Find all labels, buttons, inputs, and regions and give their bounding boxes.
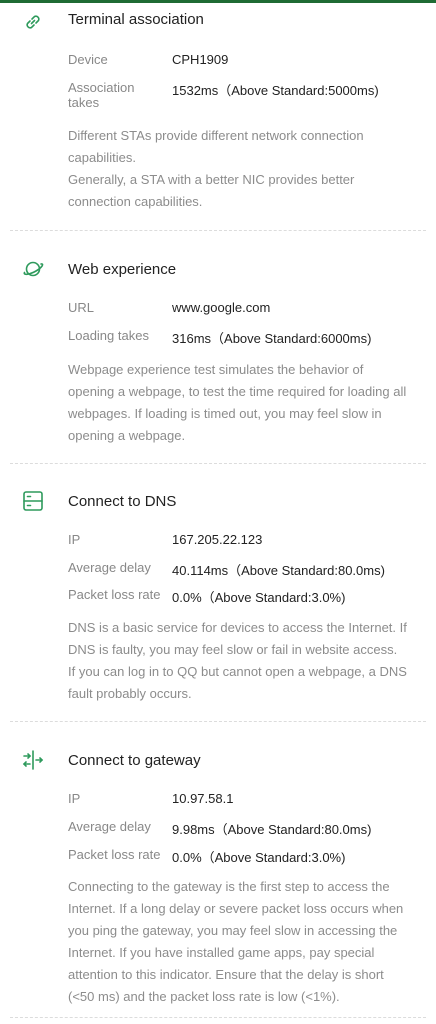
row-value: 0.0%（Above Standard:3.0%) — [172, 850, 346, 865]
row-value: CPH1909 — [172, 52, 229, 67]
section-title: Connect to DNS — [68, 493, 177, 510]
row-label: Device — [68, 52, 108, 67]
row-value: 0.0%（Above Standard:3.0%) — [172, 590, 346, 605]
row-value: 167.205.22.123 — [172, 532, 263, 547]
section-divider — [10, 230, 426, 231]
gateway-icon — [22, 749, 44, 771]
row-label: Association takes — [68, 80, 135, 110]
section-divider — [10, 1017, 426, 1018]
row-value: 316ms（Above Standard:6000ms) — [172, 331, 372, 346]
row-label: URL — [68, 300, 95, 315]
row-label: IP — [68, 791, 81, 806]
row-label: IP — [68, 532, 81, 547]
planet-icon — [22, 258, 44, 280]
row-label: Average delay — [68, 560, 151, 575]
section-divider — [10, 463, 426, 464]
network-diagnosis-page: Terminal association Device CPH1909 Asso… — [0, 3, 436, 1024]
section-description: Different STAs provide different network… — [68, 128, 364, 209]
section-description: Webpage experience test simulates the be… — [68, 362, 407, 443]
row-value: 10.97.58.1 — [172, 791, 234, 806]
server-icon — [22, 490, 44, 512]
section-title: Terminal association — [68, 11, 204, 28]
section-title: Web experience — [68, 261, 177, 278]
section-divider — [10, 721, 426, 722]
row-value: www.google.com — [172, 300, 271, 315]
section-title: Connect to gateway — [68, 752, 201, 769]
row-label: Packet loss rate — [68, 847, 161, 862]
link-icon — [22, 11, 44, 33]
row-label: Packet loss rate — [68, 587, 161, 602]
row-label: Loading takes — [68, 328, 149, 343]
section-description: DNS is a basic service for devices to ac… — [68, 620, 407, 701]
row-value: 1532ms（Above Standard:5000ms) — [172, 83, 379, 98]
row-value: 9.98ms（Above Standard:80.0ms) — [172, 822, 372, 837]
row-label: Average delay — [68, 819, 151, 834]
section-description: Connecting to the gateway is the first s… — [68, 879, 404, 1004]
row-value: 40.114ms（Above Standard:80.0ms) — [172, 563, 385, 578]
